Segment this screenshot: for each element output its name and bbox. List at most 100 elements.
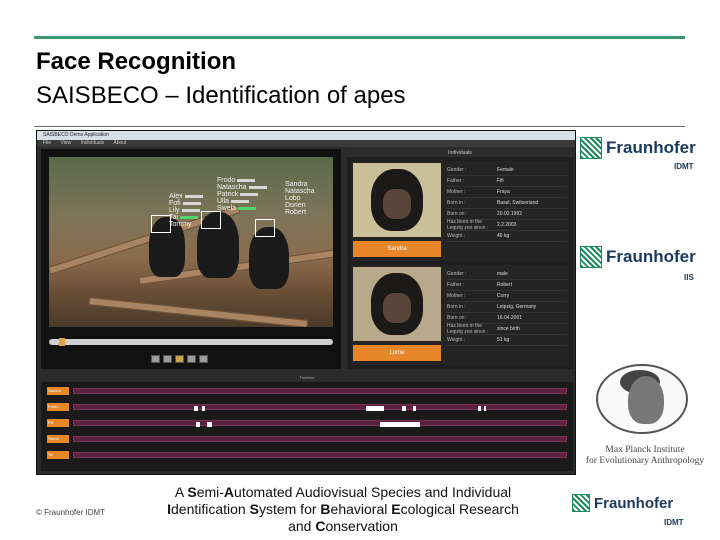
chimp-face bbox=[383, 189, 411, 219]
field-row: Has been in the Leipzig zoo since : 2.2.2… bbox=[447, 219, 567, 231]
copyright-text: © Fraunhofer IDMT bbox=[36, 508, 106, 517]
tag-list-right: Sandra Natascha Lobo Dorien Robert bbox=[285, 181, 315, 216]
field-value: Fraya bbox=[497, 189, 510, 195]
tag-list-left: Alex Fofi Lily Tai Tommy bbox=[169, 193, 203, 228]
tag-score-bar bbox=[231, 200, 250, 203]
footer-text: and bbox=[288, 518, 316, 534]
field-value: male bbox=[497, 271, 508, 277]
video-seek-bar[interactable] bbox=[49, 338, 333, 346]
mpi-line2: for Evolutionary Anthropology bbox=[585, 456, 705, 466]
fraunhofer-footer-logo: Fraunhofer bbox=[572, 494, 673, 512]
timeline-track[interactable] bbox=[73, 404, 567, 411]
timeline-segment bbox=[380, 422, 420, 427]
field-value: Basel, Switzerland bbox=[497, 200, 539, 206]
rewind-button[interactable] bbox=[151, 355, 160, 363]
individual-name-button[interactable]: Sandra bbox=[353, 241, 441, 257]
footer-text: A bbox=[174, 484, 188, 500]
timeline-row-label: Tai bbox=[47, 451, 69, 459]
tag-score-bar bbox=[248, 186, 267, 189]
video-pane: Alex Fofi Lily Tai Tommy Frodo Natascha … bbox=[41, 149, 341, 369]
field-key: Father : bbox=[447, 282, 465, 288]
tag-name: Natascha bbox=[217, 184, 247, 191]
field-value: 2.2.2003 bbox=[497, 222, 517, 228]
individual-photo bbox=[353, 267, 441, 341]
tag-score-bar bbox=[179, 216, 198, 219]
timeline-row-label: Frodo bbox=[47, 403, 69, 411]
iis-label: IIS bbox=[684, 273, 694, 282]
face-box-3 bbox=[255, 219, 275, 237]
timeline-segment bbox=[194, 406, 198, 411]
mpi-line1: Max Planck Institute bbox=[605, 445, 685, 455]
app-menu-bar: File View Individuals About bbox=[37, 140, 575, 147]
tag-name: Natascha bbox=[285, 188, 315, 195]
field-row: Gender : Female bbox=[447, 165, 567, 176]
field-value: Corry bbox=[497, 293, 510, 299]
timeline-row: Sandra bbox=[43, 387, 571, 395]
tag-row: Alex bbox=[169, 193, 203, 200]
tag-row: Lobo bbox=[285, 195, 315, 202]
tag-row: Fofi bbox=[169, 200, 203, 207]
stop-button[interactable] bbox=[187, 355, 196, 363]
timeline-track[interactable] bbox=[73, 388, 567, 394]
max-planck-emblem bbox=[596, 364, 688, 434]
fraunhofer-idmt-logo: Fraunhofer bbox=[580, 137, 696, 159]
menu-view[interactable]: View bbox=[60, 140, 71, 146]
individual-card: Sandra Gender : Female Father : Fifi Mothe… bbox=[351, 161, 569, 261]
tag-row: Swela bbox=[217, 205, 267, 212]
tag-name: Ulla bbox=[217, 198, 230, 205]
field-row: Father : Robert bbox=[447, 280, 567, 291]
forward-button[interactable] bbox=[199, 355, 208, 363]
tag-row: Ulla bbox=[217, 198, 267, 205]
fraunhofer-wordmark: Fraunhofer bbox=[606, 138, 696, 157]
tag-name: Dorien bbox=[285, 202, 306, 209]
field-row: Born in : Basel, Switzerland bbox=[447, 198, 567, 209]
field-value: Leipzig, Germany bbox=[497, 304, 537, 310]
field-value: Robert bbox=[497, 282, 513, 288]
timeline-segment bbox=[196, 422, 200, 427]
timeline-title: Timeline bbox=[41, 375, 573, 382]
field-key: Mother : bbox=[447, 293, 466, 299]
fraunhofer-wordmark: Fraunhofer bbox=[606, 247, 696, 266]
timeline-track[interactable] bbox=[73, 420, 567, 427]
tag-row: Natascha bbox=[217, 184, 267, 191]
tag-score-bar bbox=[184, 195, 203, 198]
menu-file[interactable]: File bbox=[43, 140, 51, 146]
field-value: Female bbox=[497, 167, 514, 173]
app-screenshot: SAISBECO Demo Application File View Indi… bbox=[36, 130, 576, 475]
menu-about[interactable]: About bbox=[113, 140, 126, 146]
field-row: Mother : Fraya bbox=[447, 187, 567, 198]
idmt-footer-label: IDMT bbox=[664, 518, 684, 527]
individual-card: Lome Gender : male Father : Robert Mother … bbox=[351, 265, 569, 365]
field-row: Born in : Leipzig, Germany bbox=[447, 302, 567, 313]
footer-text: ehavioral bbox=[330, 501, 392, 517]
tag-row: Sandra bbox=[285, 181, 315, 188]
footer-description: A Semi-Automated Audiovisual Species and… bbox=[128, 484, 558, 535]
timeline-segment bbox=[202, 406, 205, 411]
tag-name: Lily bbox=[169, 207, 180, 214]
field-value: 51 kg bbox=[497, 337, 510, 343]
tag-name: Lobo bbox=[285, 195, 301, 202]
footer-text: onservation bbox=[325, 518, 398, 534]
tag-name: Frodo bbox=[217, 177, 236, 184]
individual-name-button[interactable]: Lome bbox=[353, 345, 441, 361]
menu-individuals[interactable]: Individuals bbox=[81, 140, 105, 146]
pause-button[interactable] bbox=[175, 355, 184, 363]
timeline-track[interactable] bbox=[73, 436, 567, 442]
video-frame[interactable]: Alex Fofi Lily Tai Tommy Frodo Natascha … bbox=[49, 157, 333, 327]
timeline-segment bbox=[484, 406, 486, 411]
fraunhofer-mark-icon bbox=[580, 137, 602, 159]
field-key: Has been in the Leipzig zoo since : bbox=[447, 323, 489, 335]
tag-name: Tai bbox=[169, 214, 178, 221]
tag-name: Robert bbox=[285, 209, 307, 216]
field-row: Mother : Corry bbox=[447, 291, 567, 302]
tag-name: Fofi bbox=[169, 200, 181, 207]
playback-controls bbox=[151, 355, 208, 363]
seek-thumb[interactable] bbox=[59, 338, 65, 346]
timeline-track[interactable] bbox=[73, 452, 567, 458]
play-button[interactable] bbox=[163, 355, 172, 363]
tag-row: Frodo bbox=[217, 177, 267, 184]
timeline-row-label: Fifi bbox=[47, 419, 69, 427]
footer-text: utomated Audiovisual Species and Individ… bbox=[234, 484, 512, 500]
face-box-2 bbox=[201, 211, 221, 229]
field-key: Father : bbox=[447, 178, 465, 184]
